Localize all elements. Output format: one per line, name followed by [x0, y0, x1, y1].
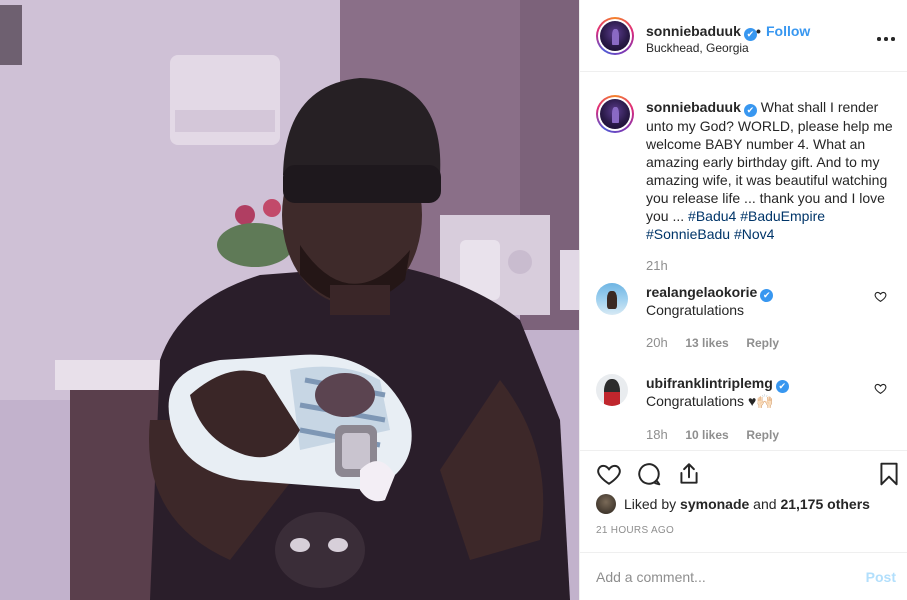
comment-time[interactable]: 20h — [646, 335, 668, 350]
comment-input[interactable]: Add a comment... — [596, 569, 846, 585]
commenter-avatar[interactable] — [596, 374, 628, 406]
verified-badge-icon: ✔ — [743, 104, 757, 117]
reply-button[interactable]: Reply — [746, 428, 779, 442]
post-timestamp[interactable]: 21 HOURS AGO — [596, 525, 674, 536]
commenter-avatar[interactable] — [596, 283, 628, 315]
comment-username[interactable]: realangelaokorie ✔ — [646, 284, 774, 302]
author-username[interactable]: sonniebaduuk ✔ — [646, 23, 757, 41]
hashtag-link[interactable]: #SonnieBadu — [646, 226, 730, 242]
caption-username[interactable]: sonniebaduuk — [646, 99, 741, 115]
location-link[interactable]: Buckhead, Georgia — [646, 41, 749, 55]
liker-avatar[interactable] — [596, 494, 616, 514]
comment-likes[interactable]: 13 likes — [685, 336, 728, 350]
post-photo[interactable] — [0, 0, 579, 600]
comment-like-heart-icon[interactable] — [874, 290, 887, 303]
hashtag-link[interactable]: #Nov4 — [734, 226, 774, 242]
reply-button[interactable]: Reply — [746, 336, 779, 350]
comment-like-heart-icon[interactable] — [874, 382, 887, 395]
share-icon[interactable] — [676, 461, 702, 487]
comment-likes[interactable]: 10 likes — [685, 428, 728, 442]
verified-badge-icon: ✔ — [775, 380, 789, 393]
verified-badge-icon: ✔ — [760, 289, 774, 302]
likes-others-link[interactable]: 21,175 others — [780, 496, 870, 512]
likes-summary: Liked by symonade and 21,175 others — [596, 494, 870, 514]
author-avatar[interactable] — [596, 17, 634, 55]
caption-avatar[interactable] — [596, 95, 634, 133]
post-comment-button[interactable]: Post — [866, 569, 896, 585]
more-horizontal-icon[interactable] — [876, 28, 896, 48]
hashtag-link[interactable]: #Badu4 — [688, 208, 736, 224]
comment-meta: 18h 10 likes Reply — [646, 427, 793, 442]
liker-username[interactable]: symonade — [680, 496, 749, 512]
follow-button[interactable]: Follow — [766, 23, 810, 39]
caption-text: What shall I render unto my God? WORLD, … — [646, 99, 893, 224]
caption-meta: 21h — [646, 258, 682, 273]
comment-text: Congratulations ♥🙌🏻 — [646, 393, 774, 409]
add-comment-bar: Add a comment... Post — [580, 552, 907, 600]
post-caption: sonniebaduuk ✔ What shall I render unto m… — [646, 98, 894, 243]
post-panel: sonniebaduuk ✔ • Follow Buckhead, Georgia… — [579, 0, 907, 600]
comment-username[interactable]: ubifranklintriplemg ✔ — [646, 375, 789, 393]
hashtag-link[interactable]: #BaduEmpire — [740, 208, 825, 224]
post-header: sonniebaduuk ✔ • Follow Buckhead, Georgia — [580, 0, 907, 72]
heart-icon[interactable] — [596, 461, 622, 487]
comment-time[interactable]: 18h — [646, 427, 668, 442]
caption-time[interactable]: 21h — [646, 258, 668, 273]
bookmark-icon[interactable] — [876, 461, 902, 487]
post-photo-illustration — [0, 0, 579, 600]
comment-meta: 20h 13 likes Reply — [646, 335, 793, 350]
separator-dot: • — [756, 23, 761, 39]
comments-section[interactable]: sonniebaduuk ✔ What shall I render unto m… — [580, 72, 907, 450]
comment-text: Congratulations — [646, 302, 745, 318]
action-bar — [580, 450, 907, 498]
verified-badge-icon: ✔ — [743, 28, 757, 41]
comment-icon[interactable] — [636, 461, 662, 487]
